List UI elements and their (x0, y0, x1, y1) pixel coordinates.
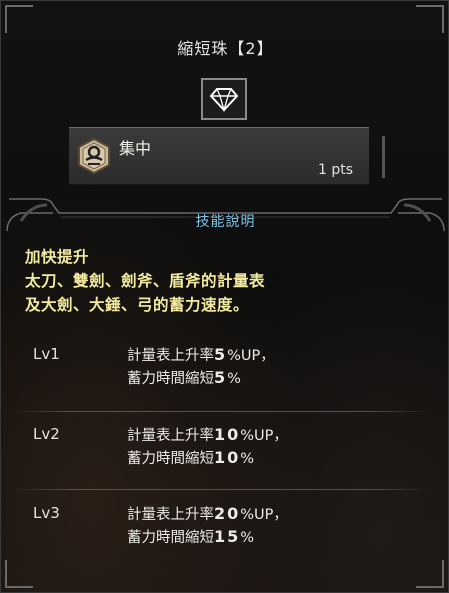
level-effect: 計量表上升率20%UP， 蓄力時間縮短15% (127, 503, 288, 549)
effect-suffix: %UP， (240, 507, 288, 523)
frame-corner (416, 560, 444, 588)
description-line: 及大劍、大錘、弓的蓄力速度。 (25, 296, 250, 314)
level-effect: 計量表上升率5%UP， 蓄力時間縮短5% (127, 344, 275, 390)
frame-corner (5, 560, 33, 588)
level-label: Lv2 (33, 425, 60, 443)
effect-suffix: %UP， (240, 428, 288, 444)
effect-suffix: % (240, 451, 255, 467)
frame-corner (5, 5, 33, 33)
effect-suffix: % (240, 530, 255, 546)
effect-text: 蓄力時間縮短 (127, 530, 214, 546)
slot-bracket-close: 】 (256, 39, 274, 58)
effect-text: 計量表上升率 (127, 348, 214, 364)
effect-line: 計量表上升率20%UP， (127, 503, 288, 526)
effect-text: 蓄力時間縮短 (127, 451, 214, 467)
jewel-icon-frame (201, 78, 247, 120)
focus-skill-icon (78, 138, 110, 174)
effect-line: 計量表上升率5%UP， (127, 344, 275, 367)
skill-points: 1 pts (317, 162, 353, 178)
jewel-name: 縮短珠 (177, 39, 229, 58)
effect-value: 10 (214, 425, 241, 444)
jewel-title: 縮短珠【2】 (1, 35, 448, 59)
description-header: 技能說明 (195, 214, 256, 230)
effect-text: 計量表上升率 (127, 507, 214, 523)
effect-value: 5 (214, 368, 228, 387)
level-divider (11, 489, 431, 490)
skill-description: 加快提升 太刀、雙劍、劍斧、盾斧的計量表 及大劍、大錘、弓的蓄力速度。 (25, 245, 425, 317)
effect-value: 20 (214, 504, 241, 523)
effect-line: 蓄力時間縮短10% (127, 447, 288, 470)
effect-suffix: %UP， (227, 348, 275, 364)
effect-line: 蓄力時間縮短15% (127, 526, 288, 549)
level-effect: 計量表上升率10%UP， 蓄力時間縮短10% (127, 424, 288, 470)
skill-row[interactable]: 集中 1 pts (69, 127, 385, 185)
effect-value: 10 (214, 448, 241, 467)
effect-text: 蓄力時間縮短 (127, 371, 214, 387)
frame-corner (416, 5, 444, 33)
description-line: 太刀、雙劍、劍斧、盾斧的計量表 (25, 272, 266, 290)
slot-bracket-open: 【 (228, 39, 246, 58)
effect-text: 計量表上升率 (127, 428, 214, 444)
slot-level: 2 (245, 39, 257, 58)
effect-value: 5 (214, 345, 228, 364)
effect-line: 蓄力時間縮短5% (127, 367, 275, 390)
level-label: Lv3 (33, 504, 60, 522)
diamond-icon (209, 88, 239, 112)
jewel-detail-panel: 縮短珠【2】 集中 1 pts 技能說明 加快提升 太刀、雙劍、劍斧、盾斧的計量… (0, 0, 449, 593)
level-divider (11, 411, 431, 412)
description-line: 加快提升 (25, 248, 90, 266)
effect-line: 計量表上升率10%UP， (127, 424, 288, 447)
effect-value: 15 (214, 527, 241, 546)
effect-suffix: % (227, 371, 241, 387)
skill-name: 集中 (119, 139, 152, 158)
level-label: Lv1 (33, 345, 60, 363)
